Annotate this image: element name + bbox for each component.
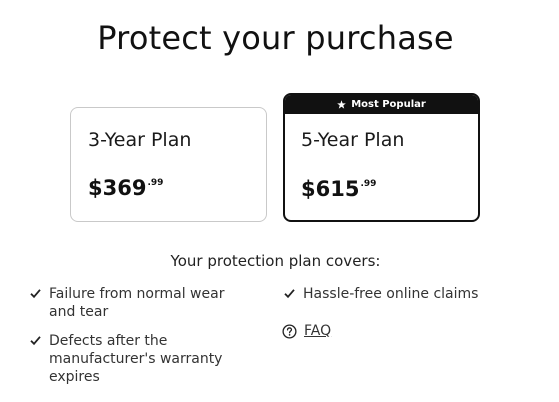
- cover-item-text: Hassle-free online claims: [303, 286, 479, 302]
- cover-item: Hassle-free online claims: [284, 285, 534, 303]
- plan-price: $369 .99: [88, 176, 163, 200]
- badge-label: Most Popular: [351, 99, 426, 110]
- cover-item: Defects after the manufacturer's warrant…: [30, 332, 245, 386]
- faq-link[interactable]: FAQ: [282, 323, 331, 339]
- check-icon: [30, 335, 41, 346]
- covers-heading: Your protection plan covers:: [170, 252, 381, 270]
- price-cents: .99: [147, 178, 164, 188]
- plan-name: 3-Year Plan: [88, 129, 192, 151]
- cover-item-text: Defects after the manufacturer's warrant…: [49, 333, 223, 385]
- price-dollars: $369: [88, 176, 147, 200]
- page-title: Protect your purchase: [97, 19, 454, 57]
- plan-card-5-year[interactable]: Most Popular 5-Year Plan $615 .99: [283, 93, 480, 222]
- cover-item: Failure from normal wear and tear: [30, 285, 245, 321]
- star-icon: [337, 100, 347, 109]
- faq-label[interactable]: FAQ: [304, 323, 331, 339]
- cover-item-text: Failure from normal wear and tear: [49, 286, 225, 320]
- check-icon: [30, 288, 41, 299]
- price-dollars: $615: [301, 177, 360, 201]
- protection-plan-page: Protect your purchase 3-Year Plan $369 .…: [0, 0, 559, 402]
- plan-name: 5-Year Plan: [301, 129, 405, 151]
- check-icon: [284, 288, 295, 299]
- question-circle-icon: [282, 323, 297, 339]
- plan-price: $615 .99: [301, 177, 376, 201]
- most-popular-badge: Most Popular: [285, 95, 478, 114]
- plan-card-3-year[interactable]: 3-Year Plan $369 .99: [70, 107, 267, 222]
- price-cents: .99: [360, 179, 377, 189]
